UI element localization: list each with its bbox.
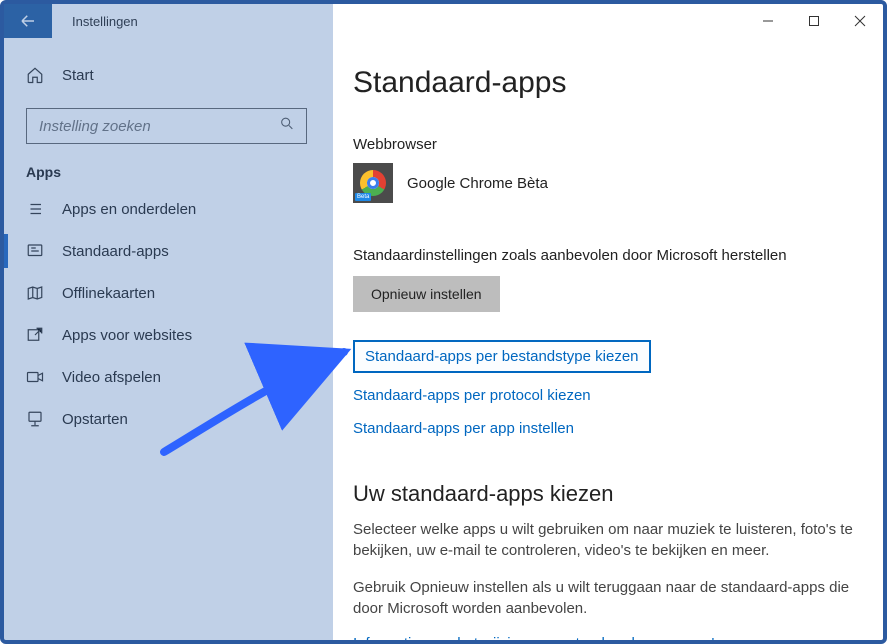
default-browser-name: Google Chrome Bèta [407,175,548,192]
sidebar-item-label: Video afspelen [62,369,161,386]
settings-window: Instellingen Start [0,0,887,644]
main-content: Standaard-apps Webbrowser Beta Google Ch… [329,38,883,640]
startup-icon [26,410,44,428]
sidebar-item-label: Apps en onderdelen [62,201,196,218]
sidebar: Start Apps Apps en onderdelen Standa [4,38,329,640]
sidebar-item-label: Opstarten [62,411,128,428]
link-defaults-by-protocol[interactable]: Standaard-apps per protocol kiezen [353,387,591,404]
close-button[interactable] [837,4,883,38]
sidebar-item-video-playback[interactable]: Video afspelen [4,356,329,398]
link-info-default-programs[interactable]: Informatie over het wijzigen van standaa… [353,635,722,640]
arrow-left-icon [19,12,37,30]
sidebar-item-label: Offlinekaarten [62,285,155,302]
home-icon [26,66,44,84]
page-title: Standaard-apps [353,66,859,100]
minimize-icon [762,15,774,27]
search-wrap [26,108,307,144]
window-title: Instellingen [52,14,138,29]
reset-button[interactable]: Opnieuw instellen [353,276,500,312]
open-external-icon [26,326,44,344]
webbrowser-label: Webbrowser [353,136,859,153]
defaults-icon [26,242,44,260]
titlebar: Instellingen [4,4,883,38]
sidebar-home[interactable]: Start [4,56,329,94]
back-button[interactable] [4,4,52,38]
close-icon [854,15,866,27]
minimize-button[interactable] [745,4,791,38]
reset-description: Standaardinstellingen zoals aanbevolen d… [353,247,859,264]
map-icon [26,284,44,302]
video-icon [26,368,44,386]
sidebar-item-label: Standaard-apps [62,243,169,260]
choose-heading: Uw standaard-apps kiezen [353,481,859,507]
link-defaults-by-app[interactable]: Standaard-apps per app instellen [353,420,574,437]
choose-paragraph-2: Gebruik Opnieuw instellen als u wilt ter… [353,577,859,619]
sidebar-item-apps-websites[interactable]: Apps voor websites [4,314,329,356]
default-browser-row[interactable]: Beta Google Chrome Bèta [353,163,859,203]
sidebar-item-offline-maps[interactable]: Offlinekaarten [4,272,329,314]
choose-paragraph-1: Selecteer welke apps u wilt gebruiken om… [353,519,859,561]
search-input[interactable] [26,108,307,144]
sidebar-item-apps-features[interactable]: Apps en onderdelen [4,188,329,230]
maximize-button[interactable] [791,4,837,38]
sidebar-heading: Apps [4,164,329,188]
maximize-icon [808,15,820,27]
link-defaults-by-filetype[interactable]: Standaard-apps per bestandstype kiezen [353,340,651,373]
sidebar-item-label: Apps voor websites [62,327,192,344]
chrome-beta-icon: Beta [353,163,393,203]
list-icon [26,200,44,218]
sidebar-home-label: Start [62,67,94,84]
sidebar-item-startup[interactable]: Opstarten [4,398,329,440]
window-controls [745,4,883,38]
sidebar-item-default-apps[interactable]: Standaard-apps [4,230,329,272]
search-icon [279,116,295,137]
